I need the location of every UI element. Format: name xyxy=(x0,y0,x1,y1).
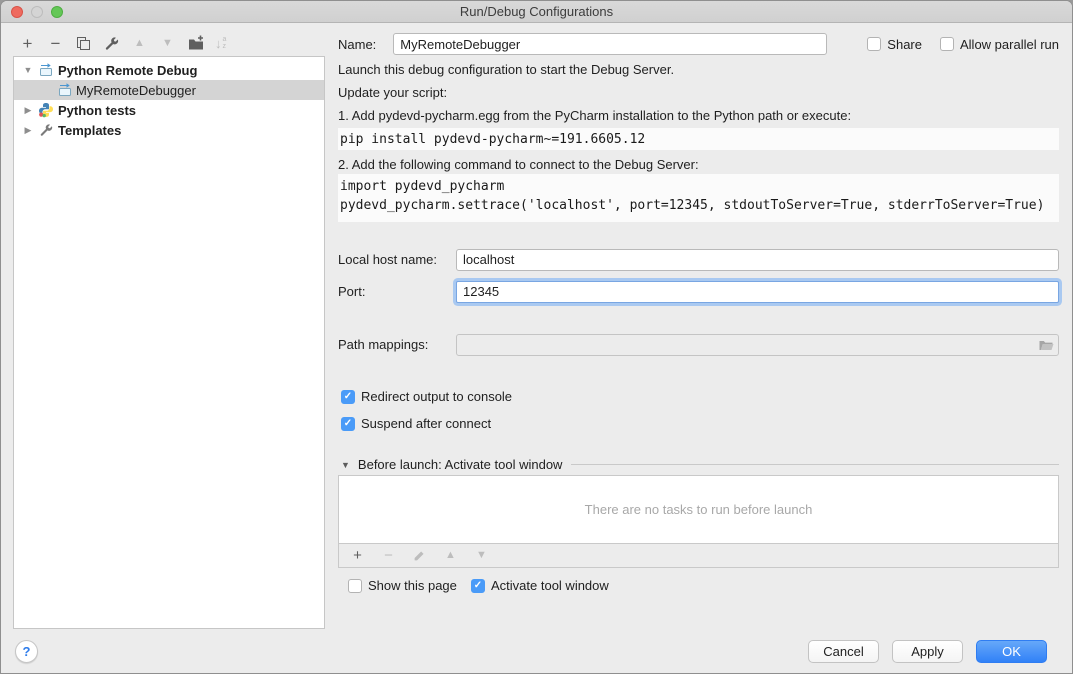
traffic-lights xyxy=(11,6,63,18)
zoom-window-button[interactable] xyxy=(51,6,63,18)
help-icon: ? xyxy=(23,644,31,659)
close-window-button[interactable] xyxy=(11,6,23,18)
name-row: Name: Share Allow parallel run xyxy=(338,33,1059,55)
remove-task-icon[interactable]: − xyxy=(380,547,397,564)
tree-item-label: Python tests xyxy=(58,103,136,118)
copy-configuration-icon[interactable] xyxy=(75,35,92,52)
share-checkbox[interactable]: Share xyxy=(867,37,922,52)
edit-task-pencil-icon[interactable] xyxy=(411,547,428,564)
apply-button[interactable]: Apply xyxy=(892,640,963,663)
tree-item-label: Templates xyxy=(58,123,121,138)
help-button[interactable]: ? xyxy=(15,640,38,663)
allow-parallel-run-checkbox[interactable]: Allow parallel run xyxy=(940,37,1059,52)
code-line-1: import pydevd_pycharm xyxy=(340,177,1059,196)
minimize-window-button[interactable] xyxy=(31,6,43,18)
before-launch-section-header[interactable]: ▼ Before launch: Activate tool window xyxy=(341,457,1059,472)
step2-text: 2. Add the following command to connect … xyxy=(338,157,699,172)
tree-item-templates[interactable]: ▶ Templates xyxy=(14,120,324,140)
suspend-after-connect-checkbox[interactable]: ✓ Suspend after connect xyxy=(341,416,491,431)
run-debug-configurations-dialog: Run/Debug Configurations + − ▲ ▼ ↓ az ▼ … xyxy=(0,0,1073,674)
remote-debug-config-icon xyxy=(57,82,73,98)
activate-tool-window-checkbox[interactable]: ✓ Activate tool window xyxy=(471,578,609,593)
intro-text: Launch this debug configuration to start… xyxy=(338,62,674,77)
path-mappings-input[interactable] xyxy=(456,334,1059,356)
local-host-input[interactable] xyxy=(456,249,1059,271)
tree-item-label: MyRemoteDebugger xyxy=(76,83,196,98)
move-up-icon[interactable]: ▲ xyxy=(131,35,148,52)
tree-item-label: Python Remote Debug xyxy=(58,63,197,78)
name-label: Name: xyxy=(338,37,376,52)
empty-task-list-text: There are no tasks to run before launch xyxy=(585,502,813,517)
port-row: Port: xyxy=(338,284,1059,299)
update-script-text: Update your script: xyxy=(338,85,447,100)
python-tests-icon xyxy=(38,102,54,118)
add-task-icon[interactable]: + xyxy=(349,547,366,564)
move-task-down-icon[interactable]: ▼ xyxy=(473,547,490,564)
path-mappings-label: Path mappings: xyxy=(338,337,428,352)
new-folder-icon[interactable] xyxy=(187,35,204,52)
redirect-output-checkbox[interactable]: ✓ Redirect output to console xyxy=(341,389,512,404)
task-list-toolbar: + − ▲ ▼ xyxy=(338,544,1059,568)
configurations-tree: ▼ Python Remote Debug MyRemoteDebugger ▶… xyxy=(13,56,325,629)
local-host-label: Local host name: xyxy=(338,252,437,267)
port-input[interactable] xyxy=(456,281,1059,303)
edit-defaults-wrench-icon[interactable] xyxy=(103,35,120,52)
tree-item-python-remote-debug[interactable]: ▼ Python Remote Debug xyxy=(14,60,324,80)
cancel-button[interactable]: Cancel xyxy=(808,640,879,663)
tree-item-python-tests[interactable]: ▶ Python tests xyxy=(14,100,324,120)
move-down-icon[interactable]: ▼ xyxy=(159,35,176,52)
port-label: Port: xyxy=(338,284,365,299)
collapse-section-icon[interactable]: ▼ xyxy=(341,460,350,470)
settrace-code-block: import pydevd_pycharm pydevd_pycharm.set… xyxy=(338,174,1059,222)
expand-arrow-icon[interactable]: ▶ xyxy=(22,125,34,136)
pip-command-text: pip install pydevd-pycharm~=191.6605.12 xyxy=(338,132,645,147)
step1-text: 1. Add pydevd-pycharm.egg from the PyCha… xyxy=(338,108,851,123)
collapse-arrow-icon[interactable]: ▼ xyxy=(22,65,34,75)
move-task-up-icon[interactable]: ▲ xyxy=(442,547,459,564)
window-title: Run/Debug Configurations xyxy=(460,4,613,19)
browse-folder-icon[interactable] xyxy=(1038,337,1054,353)
tree-item-my-remote-debugger[interactable]: MyRemoteDebugger xyxy=(14,80,324,100)
dialog-buttons: Cancel Apply OK xyxy=(808,640,1047,663)
title-bar: Run/Debug Configurations xyxy=(1,1,1072,23)
name-input[interactable] xyxy=(393,33,827,55)
sort-configurations-icon[interactable]: ↓ az xyxy=(215,36,226,51)
code-line-2: pydevd_pycharm.settrace('localhost', por… xyxy=(340,196,1059,215)
expand-arrow-icon[interactable]: ▶ xyxy=(22,105,34,116)
local-host-row: Local host name: xyxy=(338,252,1059,267)
remove-configuration-icon[interactable]: − xyxy=(47,35,64,52)
ok-button[interactable]: OK xyxy=(976,640,1047,663)
pip-command-block: pip install pydevd-pycharm~=191.6605.12 xyxy=(338,128,1059,150)
show-this-page-checkbox[interactable]: Show this page xyxy=(348,578,457,593)
before-launch-title: Before launch: Activate tool window xyxy=(358,457,563,472)
add-configuration-icon[interactable]: + xyxy=(19,35,36,52)
path-mappings-row: Path mappings: xyxy=(338,337,1059,352)
remote-debug-config-icon xyxy=(38,62,54,78)
templates-wrench-icon xyxy=(38,122,54,138)
before-launch-task-list[interactable]: There are no tasks to run before launch xyxy=(338,475,1059,544)
configurations-toolbar: + − ▲ ▼ ↓ az xyxy=(19,31,226,55)
